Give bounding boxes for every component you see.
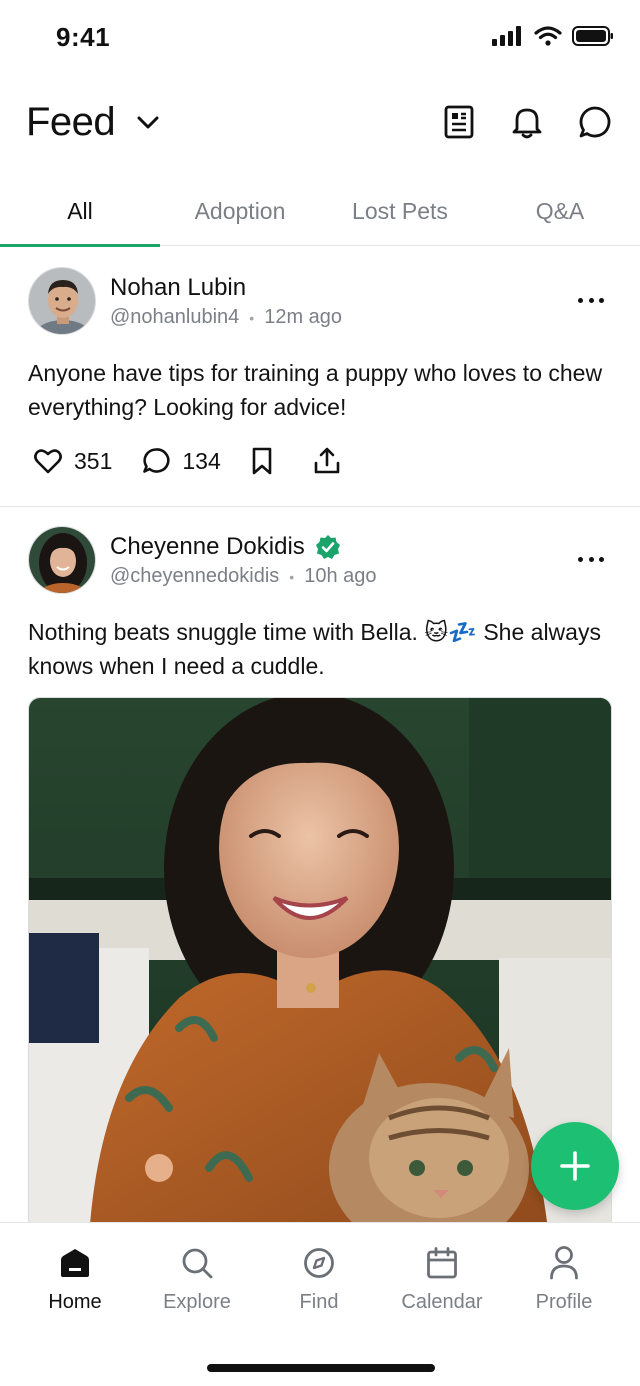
nav-item-explore[interactable]: Explore [137,1245,257,1314]
post-photo-image [29,698,611,1236]
avatar[interactable] [28,267,96,335]
nav-item-profile[interactable]: Profile [504,1245,624,1314]
bookmark-button[interactable] [251,447,273,475]
nav-label: Find [299,1291,339,1313]
notifications-button[interactable] [510,104,544,140]
author-name-text: Nohan Lubin [110,274,247,301]
heart-icon [34,449,62,474]
home-icon [61,1249,89,1277]
more-dot-icon [588,297,594,303]
header-actions [442,104,612,140]
status-bar: 9:41 [0,0,640,80]
calendar-icon [427,1247,457,1279]
nav-label: Calendar [401,1291,483,1313]
tab-all[interactable]: All [0,176,160,247]
bookmark-icon [252,447,272,475]
chevron-down-icon [137,116,159,128]
create-post-button[interactable] [531,1122,619,1210]
battery-icon [572,26,613,46]
search-icon [182,1248,213,1279]
header: Feed [0,92,640,162]
like-button[interactable]: 351 [34,448,112,475]
messages-button[interactable] [578,104,612,140]
post-text: Nothing beats snuggle time with Bella. 🐱… [28,619,601,679]
bell-icon [512,108,542,139]
nav-label: Profile [535,1291,593,1313]
more-dot-icon [588,556,594,562]
more-dot-icon [578,297,583,303]
news-button[interactable] [442,104,476,140]
nav-label: Explore [163,1291,231,1313]
post-time: 10h ago [304,565,377,587]
share-button[interactable] [313,447,341,475]
nav-label: Home [48,1291,102,1313]
avatar-image [29,527,95,593]
post-text: Anyone have tips for training a puppy wh… [28,360,603,420]
avatar-image [29,268,95,334]
verified-badge-icon [315,535,340,559]
author-meta: @nohanlubin4 • 12m ago [110,306,342,329]
separator-dot: • [249,309,255,326]
status-icons [492,26,614,46]
comment-icon [143,448,170,473]
bottom-nav: Home Explore Find Calendar Profile [0,1222,640,1386]
share-icon [314,447,340,474]
author-name-text: Cheyenne Dokidis [110,533,305,560]
feed-post: Nohan Lubin @nohanlubin4 • 12m ago Anyon… [0,247,640,507]
home-indicator[interactable] [207,1364,435,1372]
comment-count: 134 [182,447,221,474]
avatar[interactable] [28,526,96,594]
author-name[interactable]: Cheyenne Dokidis [110,533,341,561]
feed-tabs: All Adoption Lost Pets Q&A [0,176,640,247]
more-options-button[interactable] [578,290,604,310]
more-options-button[interactable] [578,549,604,569]
compass-icon [304,1248,334,1278]
more-dot-icon [599,556,604,562]
separator-dot: • [289,568,295,585]
author-handle: @cheyennedokidis [110,565,280,587]
cellular-signal-icon [492,26,521,46]
post-actions: 351 134 [34,447,371,475]
page-title: Feed [26,100,116,144]
post-time: 12m ago [264,306,343,328]
author-handle: @nohanlubin4 [110,306,240,328]
nav-item-find[interactable]: Find [259,1245,379,1314]
nav-item-home[interactable]: Home [15,1245,135,1314]
feed-selector[interactable]: Feed [26,100,159,145]
like-count: 351 [74,447,113,474]
author-name[interactable]: Nohan Lubin [110,274,246,302]
news-icon [444,105,474,139]
nav-item-calendar[interactable]: Calendar [382,1245,502,1314]
tab-qa[interactable]: Q&A [480,176,640,246]
chat-icon [579,106,611,138]
author-meta: @cheyennedokidis • 10h ago [110,565,377,588]
tab-lost-pets[interactable]: Lost Pets [320,176,480,246]
comment-button[interactable]: 134 [142,447,221,475]
plus-icon [560,1151,590,1181]
more-dot-icon [599,297,604,303]
post-photo[interactable] [28,697,612,1237]
user-icon [550,1246,578,1280]
feed-post: Cheyenne Dokidis @cheyennedokidis • 10h … [0,508,640,1237]
tab-adoption[interactable]: Adoption [160,176,320,246]
wifi-icon [534,26,562,46]
status-time: 9:41 [56,22,111,52]
more-dot-icon [578,556,583,562]
